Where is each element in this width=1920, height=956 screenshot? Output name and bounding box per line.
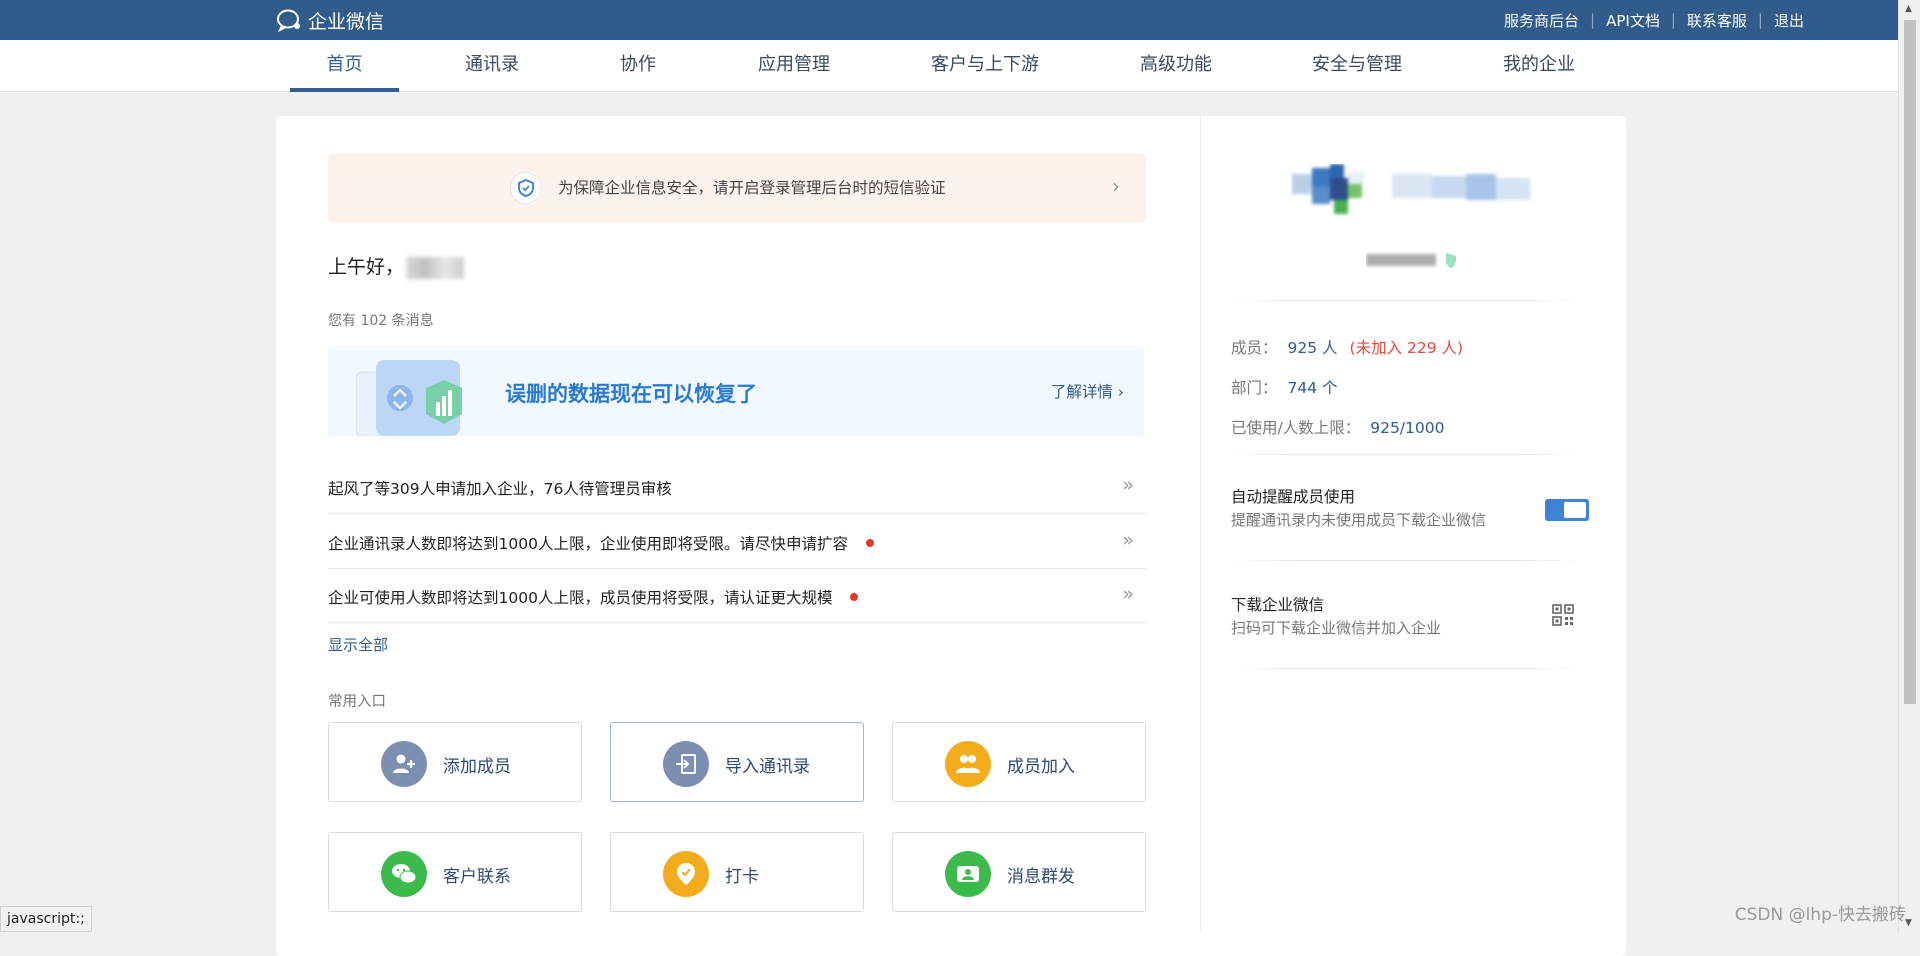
double-chevron-right-icon: »: [1122, 583, 1134, 605]
auto-remind-toggle[interactable]: [1545, 499, 1589, 521]
api-docs-link[interactable]: API文档: [1606, 10, 1660, 31]
brand-name: 企业微信: [308, 10, 385, 33]
entry-label: 成员加入: [1007, 757, 1075, 777]
common-entries-title: 常用入口: [328, 694, 386, 710]
stat-value: 925 人: [1287, 339, 1338, 357]
tab-collaboration[interactable]: 协作: [600, 40, 676, 92]
data-recovery-illustration-icon: [356, 360, 462, 436]
enterprise-logo: [1292, 164, 1530, 214]
scroll-up-icon[interactable]: ▲: [1905, 4, 1912, 14]
wechat-icon: [381, 851, 427, 897]
entry-label: 客户联系: [443, 867, 511, 887]
notice-item[interactable]: 起风了等309人申请加入企业，76人待管理员审核 »: [328, 460, 1146, 514]
notice-text: 企业可使用人数即将达到1000人上限，成员使用将受限，请认证更大规模: [328, 589, 833, 607]
learn-more-link[interactable]: 了解详情 ›: [1051, 380, 1124, 402]
alert-text: 为保障企业信息安全，请开启登录管理后台时的短信验证: [558, 179, 946, 197]
redacted-username: [406, 256, 465, 279]
tab-contacts[interactable]: 通讯录: [446, 40, 538, 92]
browser-status-bar: javascript:;: [0, 906, 92, 932]
column-divider: [1200, 116, 1201, 932]
broadcast-icon: [945, 851, 991, 897]
link-separator: |: [1757, 11, 1763, 29]
tab-customers[interactable]: 客户与上下游: [920, 40, 1050, 92]
vertical-scrollbar[interactable]: ▲ ▼: [1898, 0, 1920, 932]
entry-label: 导入通讯录: [725, 757, 810, 777]
shield-icon: [510, 172, 542, 204]
download-title: 下载企业微信: [1231, 596, 1325, 614]
link-separator: |: [1670, 11, 1676, 29]
entry-label: 消息群发: [1007, 867, 1075, 887]
toggle-knob: [1564, 502, 1586, 518]
logout-link[interactable]: 退出: [1774, 10, 1804, 31]
section-divider: [1226, 668, 1586, 669]
banner-title: 误删的数据现在可以恢复了: [505, 382, 757, 406]
show-all-link[interactable]: 显示全部: [328, 634, 388, 655]
tab-my-enterprise[interactable]: 我的企业: [1490, 40, 1588, 92]
department-count: 部门： 744 个: [1231, 376, 1338, 398]
main-nav: 首页 通讯录 协作 应用管理 客户与上下游 高级功能 安全与管理 我的企业: [0, 40, 1898, 92]
contact-support-link[interactable]: 联系客服: [1687, 10, 1747, 31]
wecom-logo-icon: [277, 9, 300, 32]
message-count: 您有 102 条消息: [328, 313, 434, 329]
tab-security[interactable]: 安全与管理: [1302, 40, 1412, 92]
link-separator: |: [1590, 11, 1596, 29]
entry-label: 打卡: [725, 867, 759, 887]
red-dot-badge: [865, 539, 874, 547]
section-divider: [1226, 300, 1586, 301]
notice-text: 起风了等309人申请加入企业，76人待管理员审核: [328, 480, 672, 498]
data-recovery-banner[interactable]: 误删的数据现在可以恢复了 了解详情 ›: [328, 346, 1144, 436]
member-join-button[interactable]: 成员加入: [892, 722, 1146, 802]
section-divider: [1226, 560, 1586, 561]
notice-item[interactable]: 企业通讯录人数即将达到1000人上限，企业使用即将受限。请尽快申请扩容 »: [328, 515, 1146, 569]
stat-label: 成员：: [1231, 339, 1278, 357]
download-subtitle: 扫码可下载企业微信并加入企业: [1231, 619, 1442, 637]
provider-admin-link[interactable]: 服务商后台: [1504, 10, 1579, 31]
greeting-text: 上午好，: [328, 256, 405, 278]
checkin-button[interactable]: 打卡: [610, 832, 864, 912]
checkin-icon: [663, 851, 709, 897]
stat-label: 已使用/人数上限：: [1231, 419, 1361, 437]
tab-home[interactable]: 首页: [290, 40, 399, 92]
notice-text: 企业通讯录人数即将达到1000人上限，企业使用即将受限。请尽快申请扩容: [328, 535, 848, 553]
scroll-down-icon[interactable]: ▼: [1905, 918, 1912, 928]
greeting: 上午好，: [328, 252, 465, 279]
import-contacts-icon: [663, 741, 709, 787]
customer-contact-button[interactable]: 客户联系: [328, 832, 582, 912]
add-member-button[interactable]: 添加成员: [328, 722, 582, 802]
top-bar: 企业微信 服务商后台 | API文档 | 联系客服 | 退出: [0, 0, 1898, 40]
member-join-icon: [945, 741, 991, 787]
red-dot-badge: [850, 593, 859, 601]
stat-value: 925/1000: [1370, 419, 1445, 437]
notice-item[interactable]: 企业可使用人数即将达到1000人上限，成员使用将受限，请认证更大规模 »: [328, 569, 1146, 623]
enterprise-name-redacted: [1366, 253, 1456, 268]
stat-value: 744 个: [1287, 379, 1338, 397]
member-count: 成员： 925 人 (未加入 229 人): [1231, 336, 1463, 358]
qr-code-icon[interactable]: [1552, 604, 1574, 626]
unjoined-count[interactable]: (未加入 229 人): [1350, 339, 1464, 357]
section-divider: [1226, 454, 1586, 455]
scrollbar-thumb[interactable]: [1904, 20, 1916, 704]
tab-app-management[interactable]: 应用管理: [744, 40, 844, 92]
broadcast-button[interactable]: 消息群发: [892, 832, 1146, 912]
auto-remind-title: 自动提醒成员使用: [1231, 488, 1356, 506]
double-chevron-right-icon: »: [1122, 529, 1134, 551]
chevron-right-icon: ›: [1112, 174, 1120, 198]
watermark: CSDN @lhp-快去搬砖: [1734, 905, 1906, 925]
import-contacts-button[interactable]: 导入通讯录: [610, 722, 864, 802]
stat-label: 部门：: [1231, 379, 1278, 397]
add-member-icon: [381, 741, 427, 787]
double-chevron-right-icon: »: [1122, 474, 1134, 496]
entry-label: 添加成员: [443, 757, 511, 777]
usage-limit: 已使用/人数上限： 925/1000: [1231, 416, 1445, 438]
auto-remind-subtitle: 提醒通讯录内未使用成员下载企业微信: [1231, 511, 1487, 529]
tab-advanced[interactable]: 高级功能: [1126, 40, 1226, 92]
top-links: 服务商后台 | API文档 | 联系客服 | 退出: [1504, 0, 1804, 40]
security-alert[interactable]: 为保障企业信息安全，请开启登录管理后台时的短信验证 ›: [328, 154, 1146, 222]
brand[interactable]: 企业微信: [276, 8, 385, 33]
